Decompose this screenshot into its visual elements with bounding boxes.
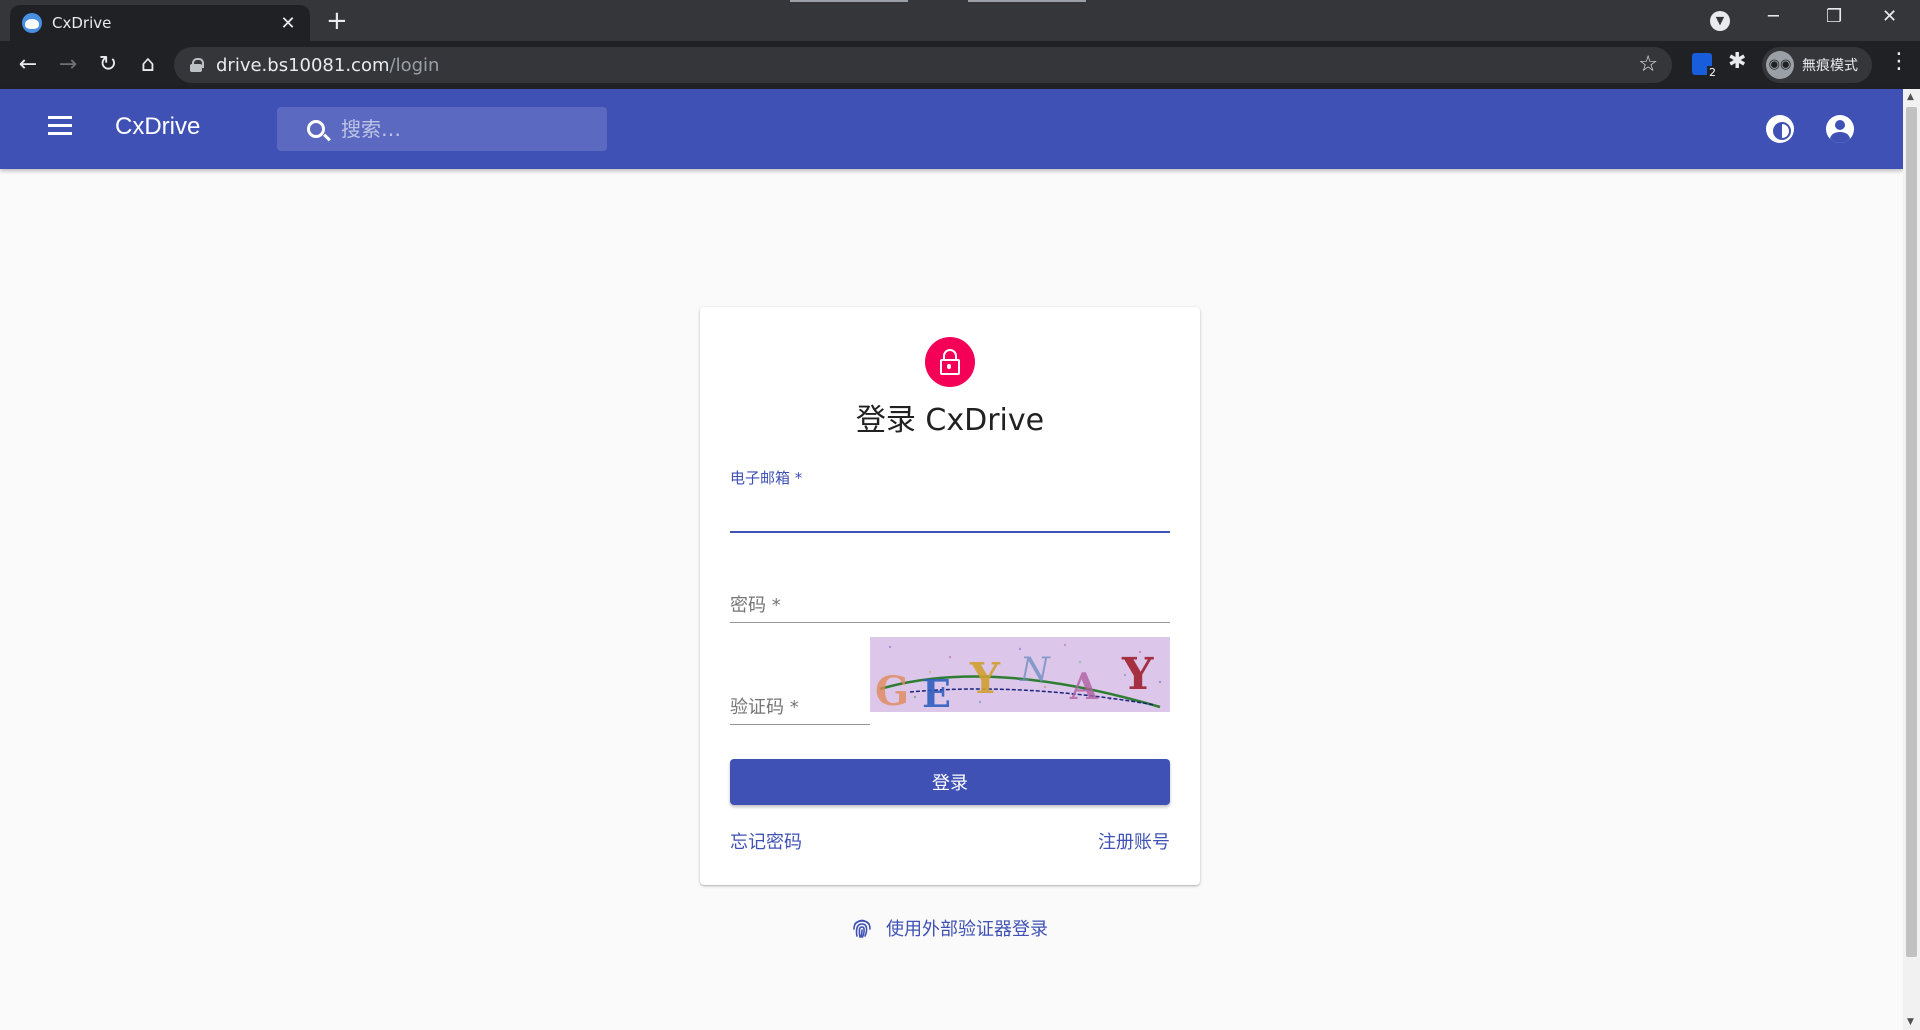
incognito-label: 無痕模式 <box>1802 58 1858 74</box>
reload-icon[interactable]: ↻ <box>92 49 124 81</box>
tab-strip-divider <box>790 0 908 2</box>
email-input[interactable] <box>730 497 1170 527</box>
email-field[interactable]: 电子邮箱 * <box>730 467 1170 533</box>
app-bar: CxDrive <box>0 89 1903 169</box>
account-circle-icon[interactable] <box>1826 115 1854 143</box>
browser-tab-strip: CxDrive ✕ + ▼ ─ ❐ ✕ <box>0 0 1920 41</box>
captcha-char: E <box>922 671 951 712</box>
forward-arrow-icon[interactable]: → <box>52 49 84 81</box>
password-underline <box>730 622 1170 623</box>
captcha-field[interactable]: 验证码 * <box>730 677 870 725</box>
restore-icon[interactable]: ❐ <box>1826 6 1842 27</box>
star-icon[interactable]: ☆ <box>1638 52 1658 77</box>
fingerprint-icon <box>853 919 871 938</box>
captcha-image[interactable]: G E Y N A Y <box>870 637 1170 712</box>
scrollbar-thumb[interactable] <box>1906 107 1917 957</box>
lock-icon[interactable] <box>190 58 204 72</box>
app-title: CxDrive <box>115 113 201 140</box>
url-path: /login <box>389 54 440 76</box>
incognito-icon: ◉◉ <box>1766 51 1794 79</box>
captcha-char: G <box>875 668 909 712</box>
minimize-icon[interactable]: ─ <box>1768 6 1779 27</box>
home-icon[interactable]: ⌂ <box>132 49 164 81</box>
lock-avatar-icon <box>925 337 975 387</box>
captcha-char: Y <box>969 654 1001 703</box>
tab-search-icon[interactable]: ▼ <box>1710 11 1730 31</box>
page-scrollbar[interactable]: ▲ ▼ <box>1903 89 1920 1030</box>
external-auth-label: 使用外部验证器登录 <box>886 919 1048 940</box>
forgot-password-link[interactable]: 忘记密码 <box>730 828 802 854</box>
password-input[interactable] <box>730 587 1170 617</box>
tab-strip-divider <box>968 0 1086 2</box>
search-box[interactable] <box>277 107 607 151</box>
password-field[interactable]: 密码 * <box>730 577 1170 623</box>
captcha-underline <box>730 724 870 725</box>
login-card: 登录 CxDrive 电子邮箱 * 密码 * 验证码 * G E Y N A Y… <box>700 307 1200 885</box>
bitwarden-badge: 2 <box>1707 66 1718 79</box>
browser-toolbar: ← → ↻ ⌂ drive.bs10081.com/login ☆ 2 ✱ ◉◉… <box>0 41 1920 89</box>
window-close-icon[interactable]: ✕ <box>1882 6 1897 27</box>
login-title: 登录 CxDrive <box>855 403 1045 438</box>
incognito-profile-button[interactable]: ◉◉ 無痕模式 <box>1762 47 1872 83</box>
scroll-up-icon[interactable]: ▲ <box>1907 92 1914 102</box>
external-auth-link[interactable]: 使用外部验证器登录 <box>850 915 1048 941</box>
back-arrow-icon[interactable]: ← <box>12 49 44 81</box>
browser-tab-cxdrive[interactable]: CxDrive ✕ <box>10 5 310 41</box>
puzzle-icon[interactable]: ✱ <box>1728 49 1746 74</box>
tab-close-icon[interactable]: ✕ <box>278 13 298 34</box>
new-tab-button[interactable]: + <box>326 6 348 36</box>
theme-toggle-icon[interactable] <box>1766 115 1794 143</box>
search-input[interactable] <box>341 117 581 141</box>
email-underline <box>730 531 1170 533</box>
bitwarden-extension-icon[interactable]: 2 <box>1692 53 1718 79</box>
hamburger-menu-icon[interactable] <box>48 116 72 136</box>
email-label: 电子邮箱 * <box>730 469 803 487</box>
captcha-char: Y <box>1121 649 1154 700</box>
tab-title: CxDrive <box>52 14 112 32</box>
cxdrive-favicon-icon <box>22 13 42 33</box>
register-link[interactable]: 注册账号 <box>1098 828 1170 854</box>
kebab-menu-icon[interactable]: ⋮ <box>1888 49 1910 74</box>
address-bar[interactable]: drive.bs10081.com/login ☆ <box>174 47 1672 83</box>
captcha-char: N <box>1019 650 1051 690</box>
login-button[interactable]: 登录 <box>730 759 1170 805</box>
captcha-input[interactable] <box>730 689 870 719</box>
search-icon <box>307 120 325 138</box>
scroll-down-icon[interactable]: ▼ <box>1907 1017 1914 1027</box>
url-host: drive.bs10081.com <box>216 54 390 76</box>
captcha-graphic: G E Y N A Y <box>875 643 1162 712</box>
captcha-char: A <box>1069 666 1099 708</box>
